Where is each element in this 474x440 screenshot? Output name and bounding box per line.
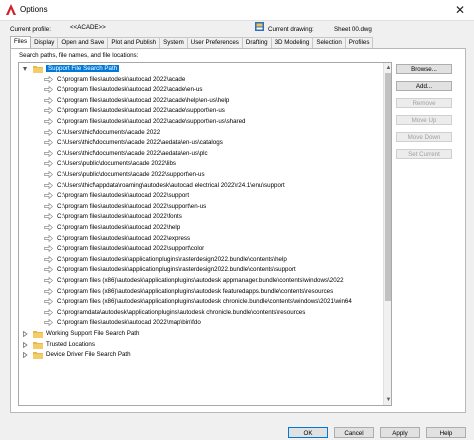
path-arrow-icon [44, 245, 53, 253]
cancel-button[interactable]: Cancel [334, 427, 374, 438]
tree-path-label: C:\Users\public\documents\acade 2022\sup… [57, 171, 205, 178]
path-arrow-icon [44, 255, 53, 263]
apply-button[interactable]: Apply [380, 427, 420, 438]
tree-path-label: C:\Users\thicf\documents\acade 2022 [57, 128, 161, 136]
ok-button[interactable]: OK [288, 427, 328, 438]
tree-path-label: C:\program files\autodesk\applicationplu… [57, 255, 287, 263]
tree-path-label: C:\program files\autodesk\autocad 2022\a… [57, 96, 230, 104]
add-button[interactable]: Add... [396, 81, 452, 91]
folder-icon [33, 66, 43, 73]
move-up-button[interactable]: Move Up [396, 115, 452, 125]
path-arrow-icon [44, 96, 53, 104]
tree-path-label: C:\programdata\autodesk\applicationplugi… [57, 308, 306, 316]
search-paths-caption: Search paths, file names, and file locat… [19, 52, 139, 59]
tree-path-label: C:\Users\thicf\appdata\roaming\autodesk\… [57, 181, 285, 189]
tab-open-and-save[interactable]: Open and Save [57, 37, 109, 48]
path-arrow-icon [44, 319, 53, 327]
help-button[interactable]: Help [426, 427, 466, 438]
path-arrow-icon [44, 234, 53, 242]
tab-drafting[interactable]: Drafting [241, 37, 272, 48]
tree-node-label: Device Driver File Search Path [46, 351, 131, 359]
current-drawing-label: Current drawing: [268, 26, 314, 33]
move-down-button[interactable]: Move Down [396, 132, 452, 142]
path-arrow-icon [44, 139, 53, 147]
tab-profiles[interactable]: Profiles [344, 37, 374, 48]
tab-display[interactable]: Display [30, 37, 59, 48]
path-arrow-icon [44, 298, 53, 306]
path-arrow-icon [44, 308, 53, 316]
current-drawing-value: Sheet 00.dwg [334, 26, 372, 33]
set-current-button[interactable]: Set Current [396, 149, 452, 159]
path-arrow-icon [44, 202, 53, 210]
path-arrow-icon [44, 213, 53, 221]
tree-path-label: C:\program files\autodesk\autocad 2022\m… [57, 319, 201, 327]
tree-path-label: C:\program files\autodesk\autocad 2022\f… [57, 213, 182, 221]
tab-selection[interactable]: Selection [312, 37, 346, 48]
tree-path-label: C:\program files (x86)\autodesk\applicat… [57, 298, 352, 306]
tree-node-label: Trusted Locations [46, 340, 95, 348]
autocad-logo-icon [6, 4, 16, 15]
expand-icon[interactable] [22, 341, 28, 348]
path-arrow-icon [44, 277, 53, 284]
tree-node-label: Working Support File Search Path [46, 330, 140, 337]
files-tab-panel: Search paths, file names, and file locat… [10, 48, 466, 413]
tab-plot-and-publish[interactable]: Plot and Publish [107, 37, 161, 48]
scroll-down-arrow-icon[interactable]: ▼ [385, 396, 391, 404]
folder-icon [33, 341, 43, 349]
path-arrow-icon [44, 192, 53, 200]
tree-path-label: C:\Users\thicf\documents\acade 2022\aeda… [57, 139, 223, 147]
tree-path-label: C:\program files\autodesk\autocad 2022\s… [57, 202, 207, 210]
tree-path-label: C:\program files\autodesk\autocad 2022\s… [57, 245, 205, 253]
path-arrow-icon [44, 160, 53, 168]
options-tabs: Files Display Open and Save Plot and Publis… [10, 36, 374, 48]
title-bar: Options ✕ [0, 0, 474, 21]
path-arrow-icon [44, 171, 53, 178]
expand-icon[interactable] [22, 331, 28, 337]
tab-3d-modeling[interactable]: 3D Modeling [270, 37, 314, 48]
close-window-button[interactable]: ✕ [446, 0, 474, 20]
profile-row: Current profile: <<ACADE>> [0, 22, 474, 36]
path-arrow-icon [44, 118, 53, 125]
tab-user-preferences[interactable]: User Preferences [186, 37, 243, 48]
scroll-up-arrow-icon[interactable]: ▲ [385, 64, 391, 72]
tree-path-label: C:\program files\autodesk\autocad 2022\a… [57, 118, 246, 125]
browse-button[interactable]: Browse... [396, 64, 452, 74]
collapse-icon[interactable] [22, 66, 28, 72]
search-paths-tree[interactable]: Support File Search Path C:\program files… [18, 62, 392, 406]
path-arrow-icon [44, 107, 53, 115]
tree-path-label: C:\program files\autodesk\autocad 2022\a… [57, 75, 186, 83]
path-arrow-icon [44, 224, 53, 231]
remove-button[interactable]: Remove [396, 98, 452, 108]
tree-path-label: C:\Users\public\documents\acade 2022\lib… [57, 160, 177, 168]
tree-path-label: C:\program files\autodesk\autocad 2022\s… [57, 192, 190, 200]
path-arrow-icon [44, 181, 53, 189]
drawing-file-icon [255, 22, 264, 31]
path-arrow-icon [44, 86, 53, 94]
path-arrow-icon [44, 287, 53, 295]
path-arrow-icon [44, 149, 53, 157]
tree-path-label: C:\program files\autodesk\autocad 2022\h… [57, 224, 181, 231]
tree-path-label: C:\program files\autodesk\autocad 2022\a… [57, 107, 225, 115]
tab-files[interactable]: Files [10, 36, 32, 48]
tree-vertical-scrollbar[interactable]: ▲ ▼ [383, 63, 391, 405]
tree-node-label: Support File Search Path [46, 65, 120, 72]
current-profile-label: Current profile: [10, 26, 51, 33]
path-arrow-icon [44, 75, 53, 83]
current-profile-value: <<ACADE>> [70, 24, 106, 31]
tree-path-label: C:\program files (x86)\autodesk\applicat… [57, 277, 344, 284]
folder-icon [33, 331, 43, 338]
scrollbar-thumb[interactable] [385, 73, 391, 301]
path-arrow-icon [44, 266, 53, 274]
tree-path-label: C:\program files\autodesk\autocad 2022\a… [57, 86, 203, 94]
tree-path-label: C:\Users\thicf\documents\acade 2022\aeda… [57, 149, 208, 157]
expand-icon[interactable] [22, 352, 28, 359]
tree-path-label: C:\program files (x86)\autodesk\applicat… [57, 287, 334, 295]
path-arrow-icon [44, 128, 53, 136]
folder-icon [33, 352, 43, 360]
tree-path-label: C:\program files\autodesk\applicationplu… [57, 266, 296, 274]
tree-path-label: C:\program files\autodesk\autocad 2022\e… [57, 234, 191, 242]
window-title: Options [20, 5, 48, 14]
tab-system[interactable]: System [159, 37, 188, 48]
